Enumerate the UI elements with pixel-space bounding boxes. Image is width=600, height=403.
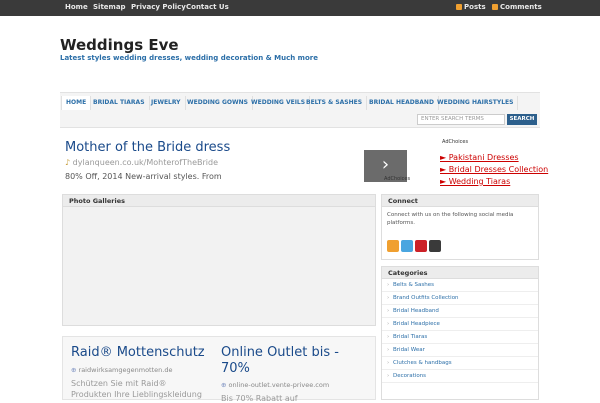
nav-item-jewelry[interactable]: JEWELRY [147, 96, 186, 110]
ad-title[interactable]: Mother of the Bride dress [65, 140, 230, 155]
nav-item-bridal-tiaras[interactable]: BRIDAL TIARAS [89, 96, 150, 110]
pinterest-icon[interactable] [415, 240, 427, 252]
category-item[interactable]: Belts & Sashes [382, 279, 538, 292]
category-item[interactable]: Bridal Headpiece [382, 318, 538, 331]
ad-link-bridal-dresses[interactable]: ► Bridal Dresses Collection [440, 164, 548, 176]
ad-left-desc-line1: Schützen Sie mit Raid® [71, 379, 167, 388]
nav-item-home[interactable]: HOME [61, 96, 92, 110]
posts-label: Posts [464, 3, 486, 11]
ad-link-pakistani-dresses[interactable]: ► Pakistani Dresses [440, 152, 548, 164]
ad-left-title[interactable]: Raid® Mottenschutz [71, 345, 205, 360]
ad-left-url-text: raidwirksamgegenmotten.de [78, 366, 173, 374]
comments-feed-link[interactable]: Comments [492, 3, 542, 11]
categories-widget: Categories Belts & Sashes Brand Outfits … [381, 266, 539, 400]
photo-galleries-panel: Photo Galleries [62, 194, 376, 326]
adchoices-label[interactable]: AdChoices [442, 139, 468, 145]
rss-icon[interactable] [387, 240, 399, 252]
twitter-icon[interactable] [401, 240, 413, 252]
rss-icon [492, 4, 498, 10]
comments-label: Comments [500, 3, 542, 11]
google-plus-icon[interactable] [429, 240, 441, 252]
top-ad[interactable]: Mother of the Bride dress ♪ dylanqueen.c… [62, 136, 410, 188]
search-button[interactable]: SEARCH [507, 114, 537, 125]
ad-left-url[interactable]: ⊕ raidwirksamgegenmotten.de [71, 366, 172, 374]
categories-heading: Categories [382, 267, 538, 279]
rss-icon [456, 4, 462, 10]
nav-item-bridal-headband[interactable]: BRIDAL HEADBAND [365, 96, 439, 110]
ad-description: 80% Off, 2014 New-arrival styles. From [65, 172, 222, 181]
ad-logo-icon: ♪ [65, 158, 71, 167]
ad-right-desc: Bis 70% Rabatt auf [221, 394, 298, 403]
posts-feed-link[interactable]: Posts [456, 3, 486, 11]
nav-item-wedding-veils[interactable]: WEDDING VEILS [247, 96, 311, 110]
category-item[interactable]: Bridal Headband [382, 305, 538, 318]
globe-icon: ⊕ [71, 366, 77, 374]
top-bar: Home Sitemap Privacy Policy Contact Us P… [0, 0, 600, 16]
site-tagline: Latest styles wedding dresses, wedding d… [60, 54, 318, 62]
category-item[interactable]: Bridal Tiaras [382, 331, 538, 344]
nav-item-wedding-gowns[interactable]: WEDDING GOWNS [183, 96, 253, 110]
nav-item-wedding-hairstyles[interactable]: WEDDING HAIRSTYLES [433, 96, 519, 110]
ad-right-url-text: online-outlet.vente-privee.com [228, 381, 330, 389]
topbar-link-home[interactable]: Home [65, 3, 88, 11]
ad-right-title-line1[interactable]: Online Outlet bis - [221, 345, 339, 360]
topbar-link-privacy[interactable]: Privacy Policy [131, 3, 186, 11]
connect-heading: Connect [382, 195, 538, 207]
ad-right-url[interactable]: ⊕ online-outlet.vente-privee.com [221, 381, 329, 389]
topbar-link-sitemap[interactable]: Sitemap [93, 3, 126, 11]
bottom-ad[interactable]: Raid® Mottenschutz ⊕ raidwirksamgegenmot… [62, 336, 376, 403]
adchoices-label[interactable]: AdChoices [384, 176, 410, 182]
connect-text: Connect with us on the following social … [387, 212, 514, 226]
site-title[interactable]: Weddings Eve [60, 36, 179, 54]
category-item[interactable]: Bridal Wear [382, 344, 538, 357]
ad-link-wedding-tiaras[interactable]: ► Wedding Tiaras [440, 176, 548, 188]
main-nav: HOME BRIDAL TIARAS JEWELRY WEDDING GOWNS… [60, 92, 540, 128]
ad-url-text: dylanqueen.co.uk/MohterofTheBride [72, 158, 218, 167]
category-item[interactable]: Decorations [382, 370, 538, 383]
topbar-link-contact[interactable]: Contact Us [186, 3, 229, 11]
ad-url[interactable]: ♪ dylanqueen.co.uk/MohterofTheBride [65, 158, 218, 167]
category-item[interactable]: Brand Outfits Collection [382, 292, 538, 305]
nav-item-belts-sashes[interactable]: BELTS & SASHES [302, 96, 368, 110]
photo-galleries-heading: Photo Galleries [63, 195, 375, 207]
ad-left-desc-line2: Produkten Ihre Lieblingskleidung [71, 390, 202, 399]
connect-widget: Connect Connect with us on the following… [381, 194, 539, 260]
globe-icon: ⊕ [221, 381, 227, 389]
ad-right-title-line2[interactable]: 70% [221, 361, 250, 376]
ad-link-list: ► Pakistani Dresses ► Bridal Dresses Col… [440, 152, 548, 188]
category-item[interactable]: Clutches & handbags [382, 357, 538, 370]
search-input[interactable]: ENTER SEARCH TERMS [417, 114, 505, 125]
